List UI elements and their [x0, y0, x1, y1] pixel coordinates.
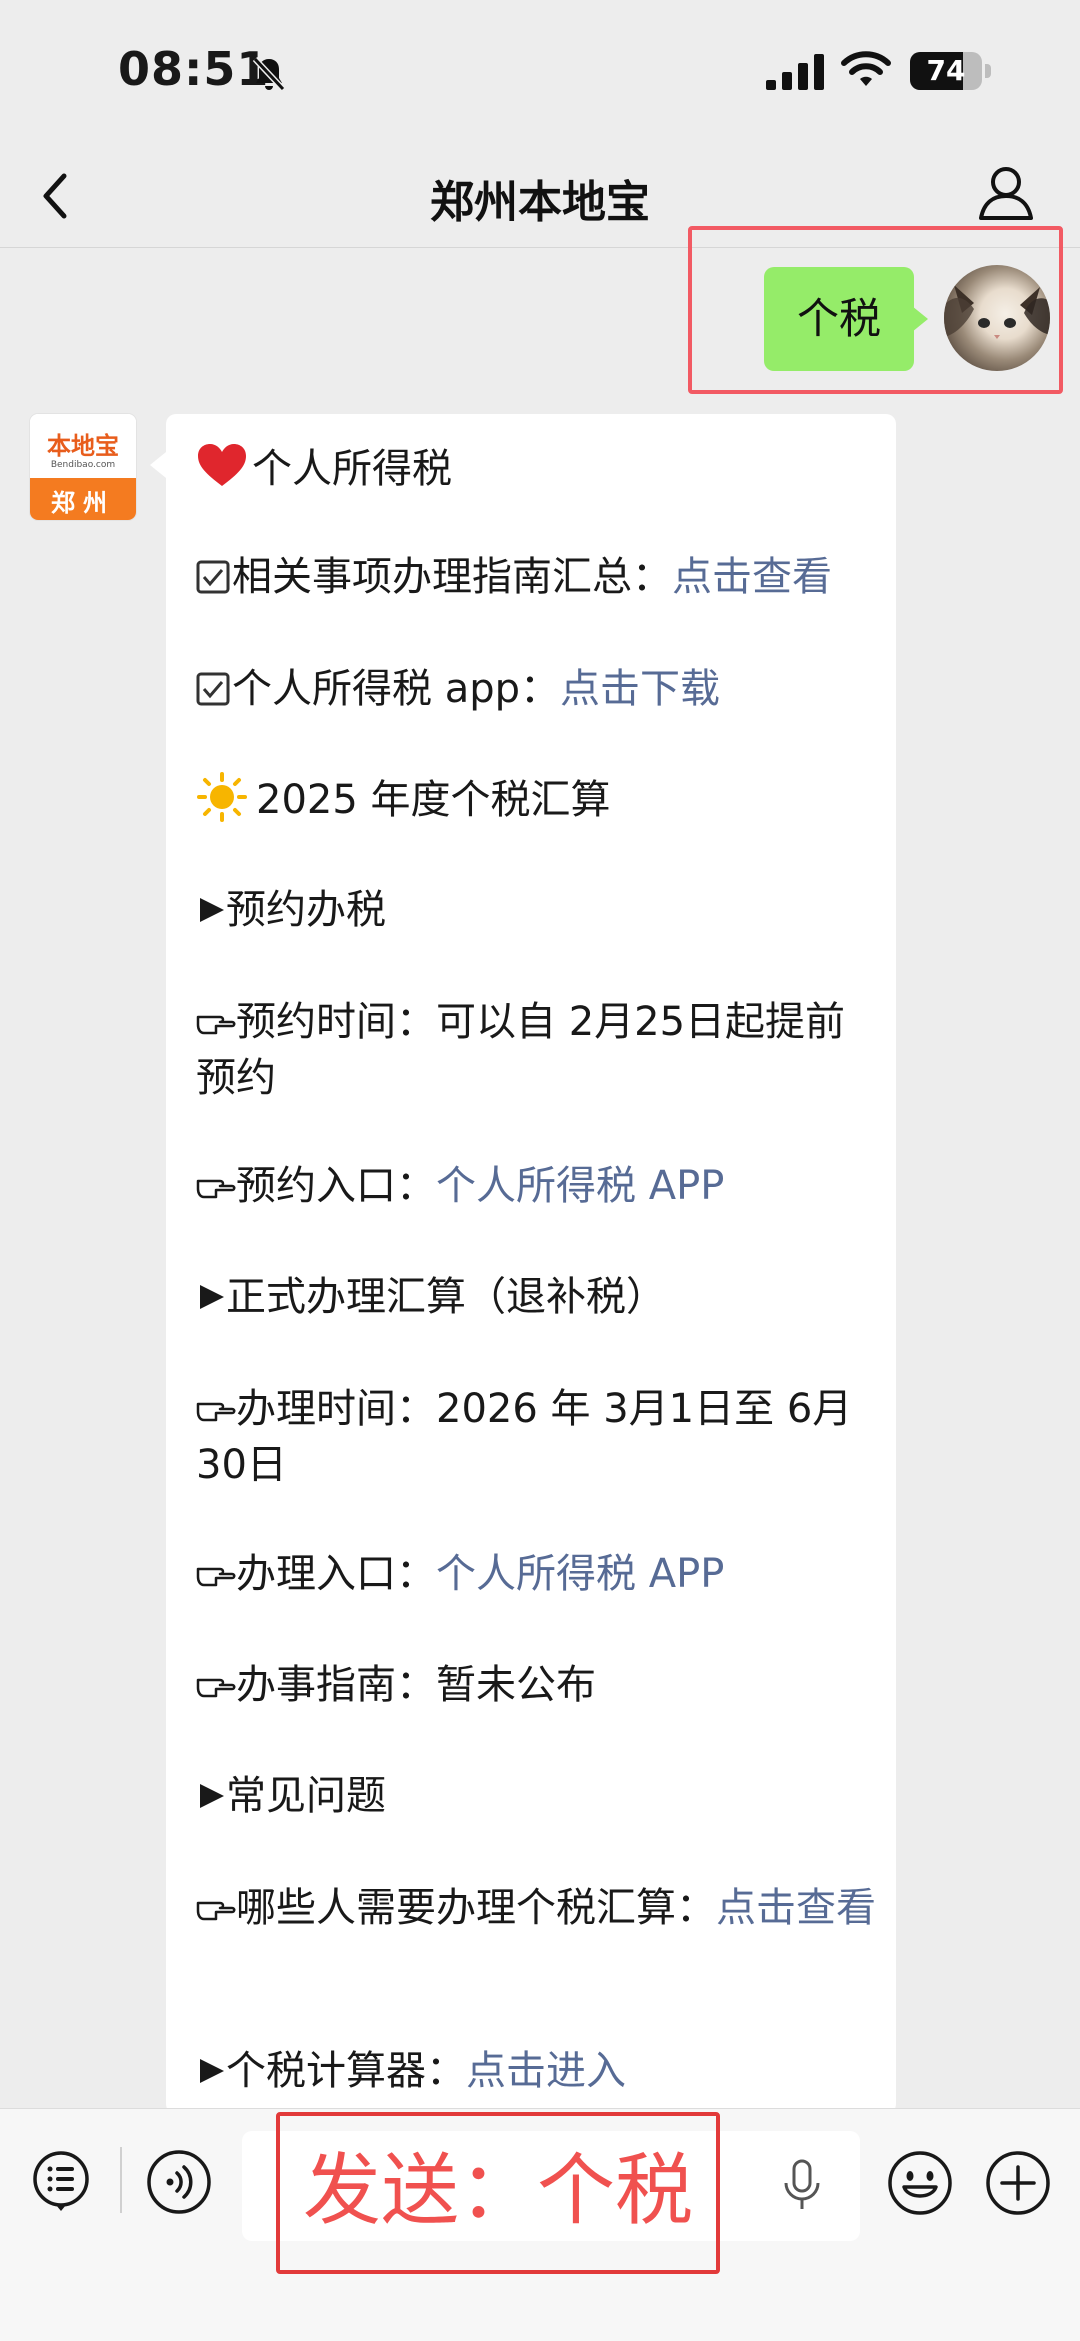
user-avatar[interactable] [944, 265, 1050, 371]
faq-heading: 常见问题 [226, 1773, 386, 1819]
plus-icon[interactable] [984, 2149, 1052, 2217]
profile-icon[interactable] [976, 162, 1036, 224]
guide-label: 相关事项办理指南汇总： [232, 554, 672, 600]
appointment-heading: 预约办税 [226, 887, 386, 933]
year-heading: 2025 年度个税汇算 [256, 777, 611, 823]
guide-status-line: 办事指南：暂未公布 [196, 1657, 876, 1713]
pointing-hand-icon [196, 1179, 236, 1199]
emoji-icon[interactable] [886, 2149, 954, 2217]
handle-entry-line: 办理入口：个人所得税 APP [196, 1546, 876, 1602]
sun-icon [197, 772, 247, 822]
guide-link[interactable]: 点击查看 [672, 554, 832, 600]
page-title: 郑州本地宝 [430, 177, 650, 228]
appointment-time: 预约时间：可以自 2月25日起提前预约 [196, 999, 846, 1101]
appointment-time-line: 预约时间：可以自 2月25日起提前预约 [196, 994, 876, 1106]
faq-label: 哪些人需要办理个税汇算： [236, 1885, 716, 1931]
calculator-line: 个税计算器：点击进入 [196, 2043, 876, 2099]
triangle-right-icon [200, 1784, 224, 1808]
bot-logo-sub: Bendibao.com [50, 460, 116, 470]
faq-link[interactable]: 点击查看 [716, 1885, 876, 1931]
bar-divider [120, 2147, 122, 2213]
bot-city-band: 郑州 [30, 478, 136, 520]
appointment-entry-label: 预约入口： [236, 1163, 436, 1209]
guide-status: 办事指南：暂未公布 [236, 1662, 596, 1708]
bot-city: 郑州 [51, 489, 115, 517]
status-time: 08:51 [118, 42, 270, 96]
checkbox-icon [196, 560, 230, 594]
message-heading-line: 个人所得税 [196, 441, 876, 497]
checkbox-icon [196, 672, 230, 706]
triangle-right-icon [200, 2059, 224, 2083]
send-hint: 发送：个税 [302, 2146, 693, 2236]
appointment-entry-line: 预约入口：个人所得税 APP [196, 1158, 876, 1214]
mic-icon[interactable] [782, 2157, 822, 2213]
bot-avatar[interactable]: 本地宝 Bendibao.com 郑州 [30, 414, 136, 520]
year-heading-line: 2025 年度个税汇算 [196, 771, 876, 828]
pointing-hand-icon [196, 1015, 236, 1035]
pointing-hand-icon [196, 1901, 236, 1921]
battery-level: 74 [926, 54, 966, 87]
bot-logo: 本地宝 Bendibao.com [30, 414, 136, 478]
formal-heading: 正式办理汇算（退补税） [226, 1274, 666, 1320]
app-download-link[interactable]: 点击下载 [560, 666, 720, 712]
guide-line: 相关事项办理指南汇总：点击查看 [196, 549, 856, 605]
send-hint-box: 发送：个税 [276, 2112, 720, 2274]
handle-entry-link[interactable]: 个人所得税 APP [436, 1551, 724, 1597]
appointment-heading-line: 预约办税 [196, 882, 876, 938]
appointment-entry-link[interactable]: 个人所得税 APP [436, 1163, 724, 1209]
battery-cap [985, 64, 991, 78]
bot-logo-text: 本地宝 [47, 432, 119, 460]
handle-entry-label: 办理入口： [236, 1551, 436, 1597]
pointing-hand-icon [196, 1402, 236, 1422]
outgoing-bubble-tail [912, 306, 928, 332]
app-line: 个人所得税 app：点击下载 [196, 661, 876, 717]
calculator-label: 个税计算器： [226, 2048, 466, 2094]
wifi-icon [841, 51, 891, 86]
formal-heading-line: 正式办理汇算（退补税） [196, 1269, 876, 1325]
status-bar: 08:51 74 [0, 0, 1080, 140]
handle-time-line: 办理时间：2026 年 3月1日至 6月30日 [196, 1381, 876, 1493]
app-label: 个人所得税 app： [232, 666, 561, 712]
bell-slash-icon [252, 56, 286, 92]
incoming-bubble-tail [150, 452, 166, 478]
battery-icon: 74 [910, 52, 982, 90]
message-heading: 个人所得税 [252, 446, 452, 492]
signal-icon [766, 54, 824, 90]
outgoing-message-bubble[interactable]: 个税 [764, 267, 914, 371]
pointing-hand-icon [196, 1567, 236, 1587]
heart-icon [198, 444, 246, 486]
triangle-right-icon [200, 898, 224, 922]
cat-photo-icon [944, 285, 1050, 339]
pointing-hand-icon [196, 1678, 236, 1698]
menu-icon[interactable] [30, 2149, 92, 2213]
handle-time: 办理时间：2026 年 3月1日至 6月30日 [196, 1386, 853, 1488]
faq-line: 哪些人需要办理个税汇算：点击查看 [196, 1880, 876, 1936]
faq-heading-line: 常见问题 [196, 1768, 876, 1824]
triangle-right-icon [200, 1285, 224, 1309]
calculator-link[interactable]: 点击进入 [466, 2048, 626, 2094]
voice-icon[interactable] [146, 2149, 212, 2215]
